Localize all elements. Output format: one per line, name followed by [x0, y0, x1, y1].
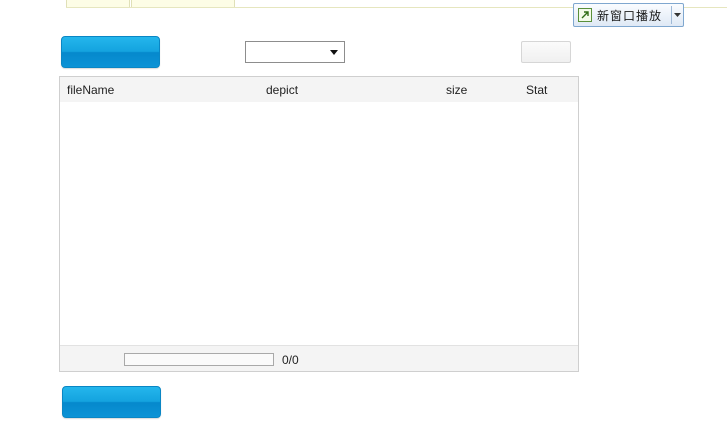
action-button[interactable] [521, 41, 571, 63]
new-window-dropdown[interactable] [672, 4, 683, 26]
file-list-body[interactable] [60, 102, 578, 345]
upload-progress-count: 0/0 [282, 353, 299, 367]
submit-button[interactable] [62, 386, 161, 418]
upload-button[interactable] [61, 36, 160, 68]
column-header-depict: depict [266, 83, 299, 97]
new-window-play-label: 新窗口播放 [597, 8, 663, 23]
column-header-filename: fileName [67, 83, 115, 97]
chevron-down-icon [330, 50, 338, 55]
file-list-footer: 0/0 [60, 345, 578, 371]
top-tab-1[interactable] [66, 0, 130, 7]
open-external-icon [578, 8, 592, 22]
file-list-panel: fileName depict size Stat 0/0 [59, 76, 579, 372]
column-header-size: size [446, 83, 468, 97]
category-select[interactable] [245, 41, 345, 63]
new-window-play-main[interactable]: 新窗口播放 [574, 4, 671, 26]
new-window-play-button[interactable]: 新窗口播放 [573, 3, 684, 27]
file-list-header: fileName depict size Stat [60, 77, 578, 102]
top-tab-2[interactable] [131, 0, 235, 7]
upload-progress-bar [124, 353, 274, 366]
chevron-down-icon [674, 13, 681, 17]
column-header-stat: Stat [526, 83, 548, 97]
